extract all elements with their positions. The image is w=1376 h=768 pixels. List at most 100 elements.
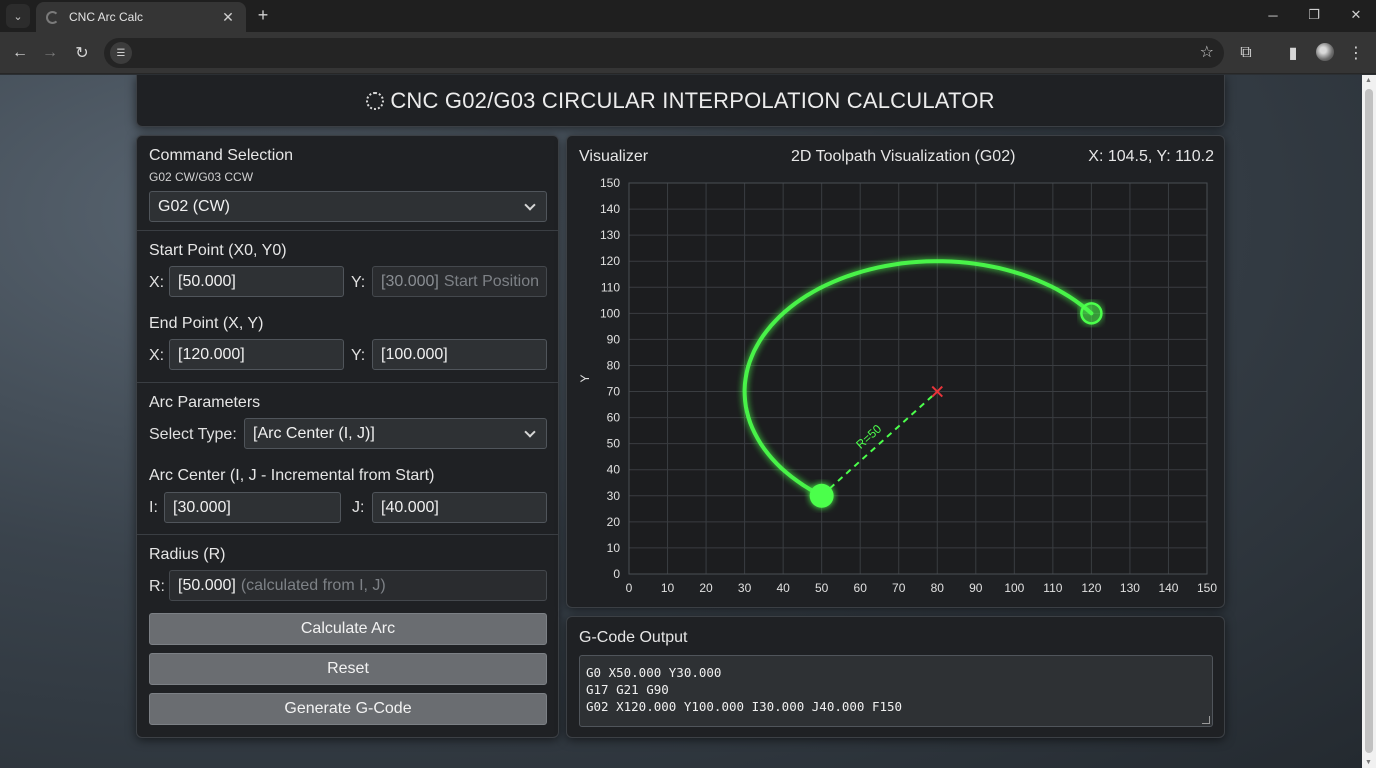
app-logo-icon — [366, 91, 385, 110]
command-select[interactable]: G02 (CW) — [149, 191, 547, 222]
reset-button[interactable]: Reset — [149, 653, 547, 685]
visualizer-title: 2D Toolpath Visualization (G02) — [791, 148, 1016, 165]
y-tick-label: 120 — [600, 254, 620, 268]
command-selected-value: G02 (CW) — [158, 197, 230, 215]
start-y-value: [30.000] — [381, 272, 439, 290]
arc-i-value: [30.000] — [173, 498, 231, 516]
command-section-title: Command Selection — [149, 147, 294, 164]
x-tick-label: 0 — [626, 581, 633, 595]
arc-i-label: I: — [149, 499, 158, 516]
arc-j-input[interactable]: [40.000] — [372, 492, 547, 523]
command-subtitle: G02 CW/G03 CCW — [149, 170, 254, 184]
resize-handle-icon[interactable] — [1202, 716, 1210, 724]
start-point-marker — [809, 483, 834, 508]
x-tick-label: 150 — [1197, 581, 1217, 595]
arc-type-selected-value: [Arc Center (I, J)] — [253, 424, 375, 442]
extensions-icon[interactable]: ⧉ — [1234, 41, 1258, 65]
page-title: CNC G02/G03 CIRCULAR INTERPOLATION CALCU… — [390, 87, 995, 113]
y-tick-label: 50 — [607, 437, 621, 451]
chevron-down-icon — [524, 425, 536, 438]
arc-params-title: Arc Parameters — [149, 394, 261, 411]
site-info-icon[interactable]: ☰ — [110, 42, 132, 64]
x-tick-label: 60 — [854, 581, 868, 595]
start-x-input[interactable]: [50.000] — [169, 266, 344, 297]
x-tick-label: 80 — [931, 581, 945, 595]
arc-center-title: Arc Center (I, J - Incremental from Star… — [149, 467, 435, 484]
forward-icon[interactable]: → — [38, 41, 62, 65]
radius-note: (calculated from I, J) — [240, 576, 386, 594]
visualizer-label: Visualizer — [579, 148, 649, 165]
radius-input[interactable]: [50.000] (calculated from I, J) — [169, 570, 547, 601]
y-tick-label: 30 — [607, 489, 621, 503]
page-scrollbar[interactable]: ▲ ▼ — [1362, 75, 1376, 768]
end-x-label: X: — [149, 347, 165, 364]
arc-type-label: Select Type: — [149, 426, 237, 443]
radius-r-label: R: — [149, 578, 165, 595]
x-tick-label: 10 — [661, 581, 675, 595]
toolpath-chart[interactable]: 0 10 20 30 40 50 60 70 80 90 100 110 120 130 140 150 0 10… — [567, 136, 1224, 607]
start-y-placeholder: Start Position — [443, 272, 539, 290]
restore-icon[interactable]: ❐ — [1299, 4, 1329, 26]
minimize-icon[interactable]: ─ — [1258, 4, 1288, 26]
x-tick-label: 70 — [892, 581, 906, 595]
end-y-label: Y: — [351, 347, 366, 364]
y-tick-label: 80 — [607, 358, 621, 372]
radius-title: Radius (R) — [149, 546, 226, 563]
end-point-title: End Point (X, Y) — [149, 315, 264, 332]
app-header: CNC G02/G03 CIRCULAR INTERPOLATION CALCU… — [136, 75, 1225, 127]
close-window-icon[interactable]: ✕ — [1341, 4, 1371, 26]
tab-search-icon[interactable]: ⌄ — [6, 4, 30, 28]
gcode-line: G02 X120.000 Y100.000 I30.000 J40.000 F1… — [586, 699, 903, 714]
y-tick-label: 110 — [601, 280, 620, 294]
close-tab-icon[interactable]: ✕ — [220, 9, 236, 26]
address-bar[interactable]: ☰ ☆ — [104, 38, 1224, 68]
side-panel-icon[interactable]: ▮ — [1281, 41, 1305, 65]
visualizer-panel: 0 10 20 30 40 50 60 70 80 90 100 110 120 130 140 150 0 10… — [566, 135, 1225, 608]
y-axis-label: Y — [578, 374, 592, 382]
browser-tab[interactable]: CNC Arc Calc ✕ — [36, 2, 246, 32]
start-point-title: Start Point (X0, Y0) — [149, 242, 287, 259]
arc-i-input[interactable]: [30.000] — [164, 492, 341, 523]
divider — [137, 534, 558, 535]
generate-gcode-button[interactable]: Generate G-Code — [149, 693, 547, 725]
browser-toolbar: ← → ↻ ☰ ☆ ⧉ ▮ ⋮ — [0, 32, 1376, 74]
y-tick-label: 20 — [607, 515, 621, 529]
end-x-value: [120.000] — [178, 345, 245, 363]
end-y-value: [100.000] — [381, 345, 448, 363]
plot-area — [629, 183, 1207, 574]
calculate-arc-button[interactable]: Calculate Arc — [149, 613, 547, 645]
end-y-input[interactable]: [100.000] — [372, 339, 547, 370]
x-tick-label: 20 — [699, 581, 713, 595]
y-tick-label: 130 — [600, 228, 620, 242]
radius-value: [50.000] — [178, 576, 236, 594]
scroll-up-icon[interactable]: ▲ — [1365, 77, 1372, 84]
arc-type-select[interactable]: [Arc Center (I, J)] — [244, 418, 547, 449]
scrollbar-thumb[interactable] — [1365, 89, 1373, 753]
y-tick-label: 10 — [607, 541, 621, 555]
start-y-input[interactable]: [30.000] Start Position — [372, 266, 547, 297]
arc-j-value: [40.000] — [381, 498, 439, 516]
y-tick-label: 90 — [607, 332, 621, 346]
menu-icon[interactable]: ⋮ — [1344, 41, 1368, 65]
y-tick-label: 150 — [600, 176, 620, 190]
start-x-label: X: — [149, 274, 165, 291]
gcode-line: G17 G21 G90 — [586, 682, 669, 697]
tab-strip: ⌄ CNC Arc Calc ✕ + ─ ❐ ✕ — [0, 0, 1376, 32]
gcode-line: G0 X50.000 Y30.000 — [586, 665, 722, 680]
reload-icon[interactable]: ↻ — [70, 41, 94, 65]
profile-avatar[interactable] — [1316, 43, 1334, 61]
scroll-down-icon[interactable]: ▼ — [1365, 759, 1372, 766]
y-tick-label: 60 — [607, 411, 621, 425]
page-viewport: CNC G02/G03 CIRCULAR INTERPOLATION CALCU… — [0, 75, 1362, 768]
cursor-coordinate-readout: X: 104.5, Y: 110.2 — [1088, 148, 1214, 165]
new-tab-icon[interactable]: + — [252, 4, 274, 26]
end-x-input[interactable]: [120.000] — [169, 339, 344, 370]
x-tick-label: 40 — [776, 581, 790, 595]
controls-panel: Command Selection G02 CW/G03 CCW G02 (CW… — [136, 135, 559, 738]
y-tick-label: 100 — [600, 306, 620, 320]
back-icon[interactable]: ← — [8, 41, 32, 65]
y-tick-label: 0 — [613, 567, 620, 581]
bookmark-star-icon[interactable]: ☆ — [1200, 42, 1214, 62]
gcode-output-textarea[interactable]: G0 X50.000 Y30.000 G17 G21 G90 G02 X120.… — [579, 655, 1213, 727]
gcode-title: G-Code Output — [579, 629, 688, 646]
